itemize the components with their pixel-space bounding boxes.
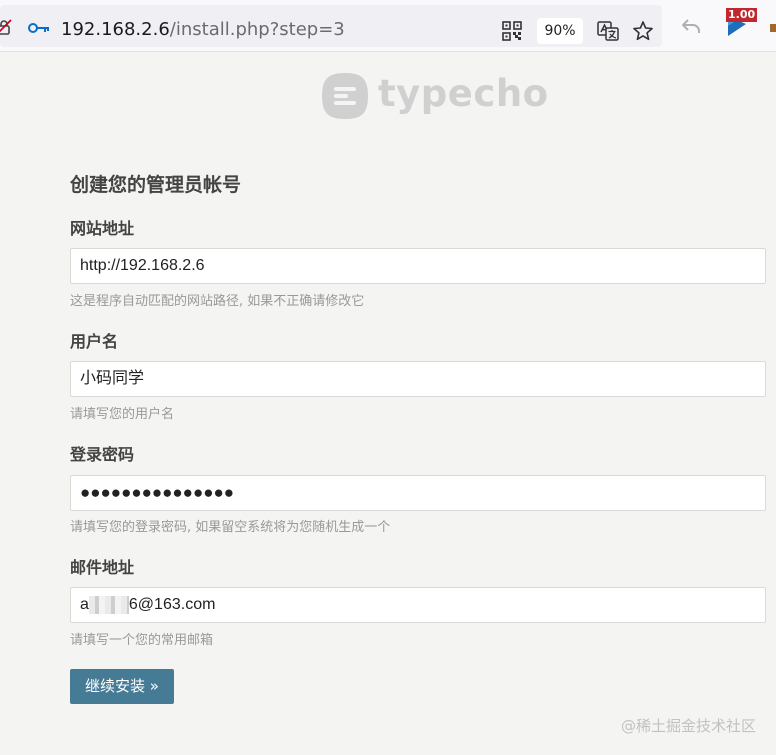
extension-icon[interactable] [768,22,776,34]
zoom-level-badge[interactable]: 90% [537,18,583,44]
site-url-hint: 这是程序自动匹配的网站路径, 如果不正确请修改它 [70,294,365,309]
typecho-logo-icon [322,73,368,119]
form-title: 创建您的管理员帐号 [70,174,242,196]
site-url-label: 网站地址 [70,219,135,238]
password-label: 登录密码 [70,445,135,464]
browser-toolbar: 192.168.2.6/install.php?step=3 90% 1.00 [0,0,776,52]
password-hint: 请填写您的登录密码, 如果留空系统将为您随机生成一个 [70,520,391,535]
typecho-logo: typecho [322,72,548,121]
site-url-input[interactable]: http://192.168.2.6 [70,248,766,284]
address-bar[interactable]: 192.168.2.6/install.php?step=3 90% [0,5,662,47]
email-value-prefix: a [80,596,89,613]
username-input[interactable]: 小码同学 [70,361,766,397]
url-text[interactable]: 192.168.2.6/install.php?step=3 [61,19,345,41]
email-input[interactable]: a 6@163.com [70,587,766,623]
watermark: @稀土掘金技术社区 [620,717,756,735]
continue-install-button[interactable]: 继续安装 » [70,669,174,704]
url-path: /install.php?step=3 [169,19,345,40]
username-hint: 请填写您的用户名 [70,407,175,422]
extension-badge: 1.00 [726,8,758,22]
insecure-lock-icon [0,19,12,35]
email-hint: 请填写一个您的常用邮箱 [70,633,214,648]
translate-icon[interactable] [597,20,619,42]
qr-code-icon[interactable] [502,21,522,41]
email-label: 邮件地址 [70,558,135,577]
email-value-suffix: 6@163.com [128,596,216,613]
password-input[interactable]: ●●●●●●●●●●●●●●● [70,475,766,511]
username-label: 用户名 [70,332,119,351]
undo-icon[interactable] [681,17,701,35]
bookmark-star-icon[interactable] [632,20,654,42]
url-host: 192.168.2.6 [61,19,170,40]
logo-text: typecho [378,72,549,115]
key-icon[interactable] [28,22,50,34]
redacted-blur [88,595,129,614]
